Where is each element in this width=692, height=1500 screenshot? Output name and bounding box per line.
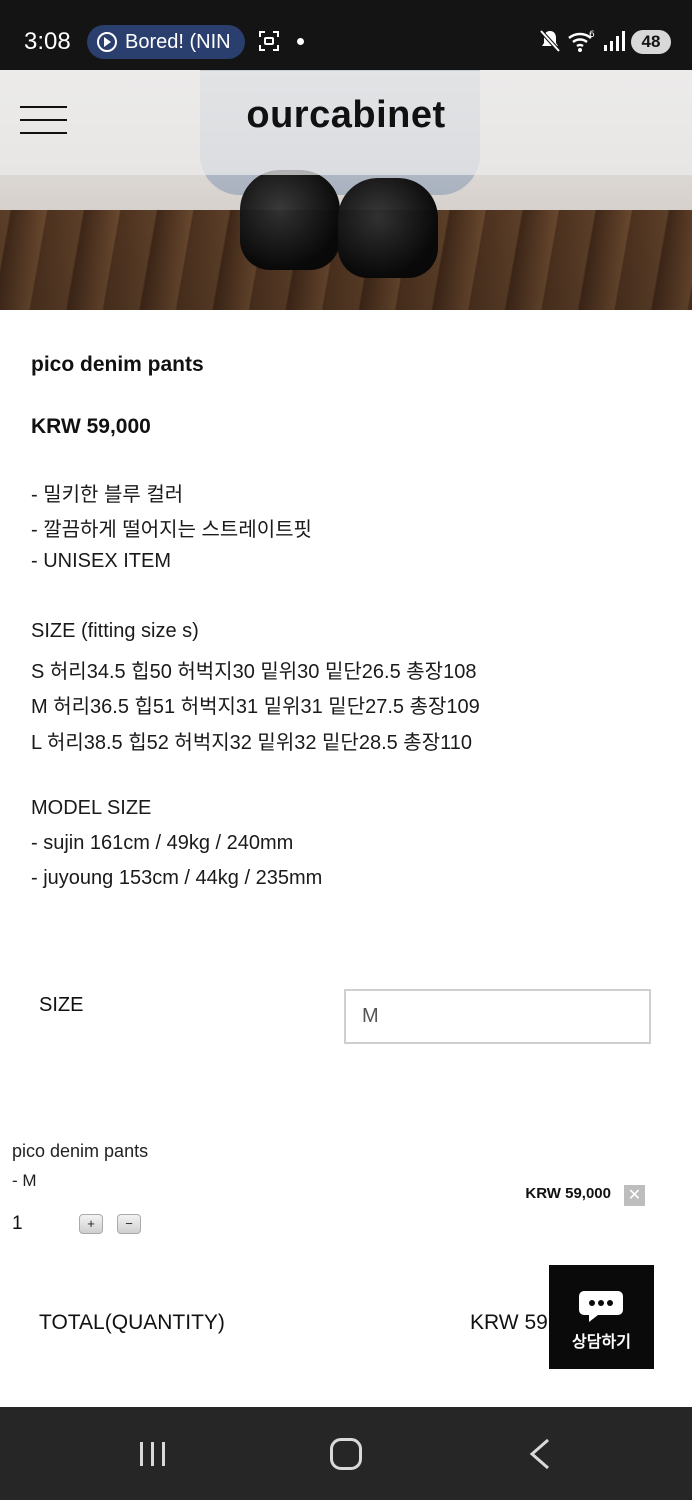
description-line: - sujin 161cm / 49kg / 240mm <box>31 832 294 854</box>
description-line: - 밀키한 블루 컬러 <box>31 484 184 506</box>
home-icon[interactable] <box>330 1438 362 1470</box>
mute-icon <box>539 29 561 53</box>
media-label: Bored! (NIN <box>125 30 231 53</box>
product-price: KRW 59,000 <box>31 415 151 438</box>
status-time: 3:08 <box>24 28 71 55</box>
notification-dot <box>297 38 304 45</box>
chat-bubble-icon <box>579 1291 623 1322</box>
chat-consult-button[interactable]: 상담하기 <box>549 1265 654 1369</box>
battery-indicator: 48 <box>631 30 671 54</box>
description-line: S 허리34.5 힙50 허벅지30 밑위30 밑단26.5 총장108 <box>31 661 477 683</box>
size-select[interactable]: M <box>344 989 651 1044</box>
brand-logo[interactable]: ourcabinet <box>0 94 692 137</box>
back-icon[interactable] <box>528 1438 552 1470</box>
quantity-increase-button[interactable]: + <box>79 1214 103 1234</box>
screenshot-icon <box>259 31 279 51</box>
size-option-label: SIZE <box>39 994 84 1016</box>
description-line: MODEL SIZE <box>31 797 152 819</box>
description-line: SIZE (fitting size s) <box>31 620 199 642</box>
chat-label: 상담하기 <box>572 1334 631 1351</box>
play-icon <box>97 32 117 52</box>
recent-apps-icon[interactable] <box>138 1440 168 1468</box>
media-playing-chip[interactable]: Bored! (NIN <box>87 25 245 59</box>
description-line: L 허리38.5 힙52 허벅지32 밑위32 밑단28.5 총장110 <box>31 732 472 754</box>
quantity-decrease-button[interactable]: − <box>117 1214 141 1234</box>
product-name: pico denim pants <box>31 353 204 376</box>
signal-icon <box>604 31 625 51</box>
selected-item-price: KRW 59,000 <box>525 1185 611 1202</box>
remove-item-button[interactable]: ✕ <box>624 1185 645 1206</box>
description-line: - juyoung 153cm / 44kg / 235mm <box>31 867 323 889</box>
description-line: - UNISEX ITEM <box>31 550 172 572</box>
description-line: - 깔끔하게 떨어지는 스트레이트핏 <box>31 519 312 541</box>
total-label: TOTAL(QUANTITY) <box>39 1311 225 1334</box>
selected-item-variant: - M <box>12 1171 37 1190</box>
selected-item-name: pico denim pants <box>12 1141 149 1161</box>
total-value: KRW 59 <box>470 1311 548 1334</box>
quantity-value[interactable]: 1 <box>12 1213 23 1235</box>
svg-text:6: 6 <box>589 30 595 40</box>
description-line: M 허리36.5 힙51 허벅지31 밑위31 밑단27.5 총장109 <box>31 696 480 718</box>
wifi-icon: 6 <box>568 30 595 52</box>
